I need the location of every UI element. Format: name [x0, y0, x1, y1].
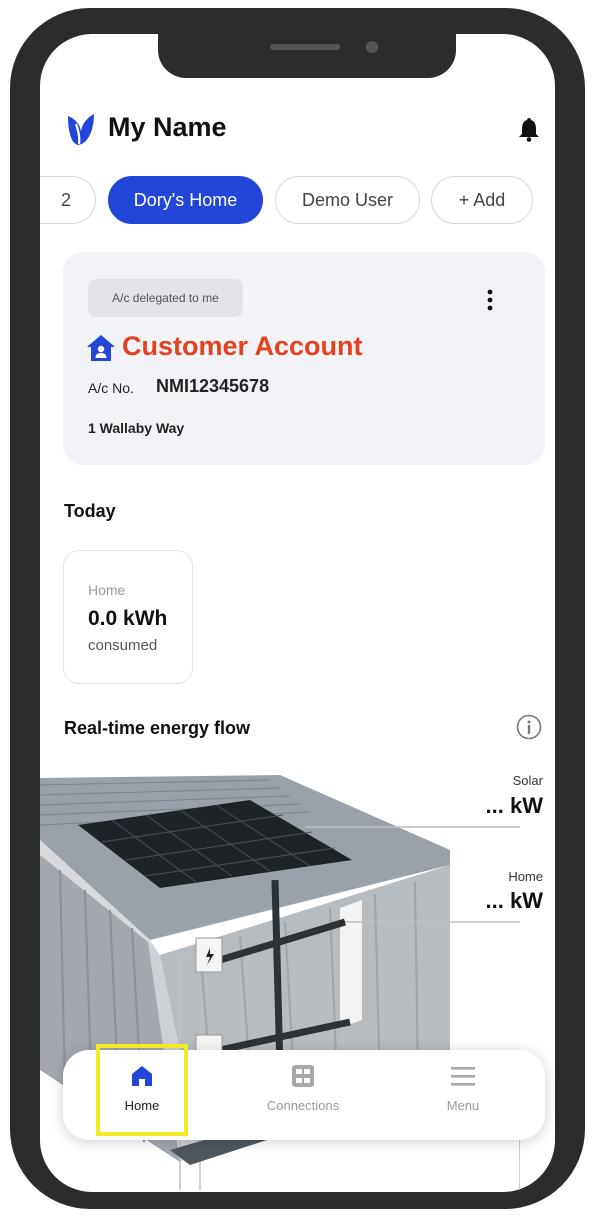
account-number: NMI12345678	[156, 376, 270, 396]
app-title: My Name	[108, 112, 227, 142]
account-number-label: A/c No.	[88, 380, 134, 396]
solar-label: Solar	[512, 773, 543, 788]
more-options-icon[interactable]	[485, 288, 495, 312]
account-chip-dorys-home[interactable]: Dory's Home	[108, 176, 263, 224]
leaf-logo-icon	[68, 114, 94, 145]
account-chip-partial[interactable]: 2	[40, 176, 96, 224]
solar-value: ... kW	[485, 793, 543, 818]
stat-value: 0.0 kWh	[88, 607, 168, 630]
highlight-box	[96, 1044, 188, 1136]
home-flow-value: ... kW	[485, 888, 543, 913]
camera-dot	[366, 41, 378, 53]
menu-icon	[451, 1067, 475, 1086]
speaker-slot	[270, 44, 340, 50]
energy-flow-heading: Real-time energy flow	[64, 718, 251, 738]
account-chip-demo-user[interactable]: Demo User	[275, 176, 420, 224]
bell-icon[interactable]	[517, 116, 541, 142]
stat-subtext: consumed	[88, 637, 158, 654]
phone-notch	[158, 32, 456, 78]
add-account-button[interactable]: + Add	[431, 176, 533, 224]
account-address: 1 Wallaby Way	[88, 420, 185, 436]
stat-label: Home	[88, 582, 126, 598]
today-heading: Today	[64, 501, 116, 521]
connections-icon	[292, 1065, 314, 1087]
house-user-icon	[87, 335, 115, 361]
home-flow-label: Home	[508, 869, 543, 884]
nav-connections[interactable]: Connections	[243, 1050, 363, 1140]
nav-menu-label: Menu	[446, 1098, 480, 1113]
nav-menu[interactable]: Menu	[403, 1050, 523, 1140]
account-title: Customer Account	[122, 331, 363, 361]
info-icon[interactable]	[516, 714, 542, 740]
nav-connections-label: Connections	[266, 1098, 340, 1113]
delegated-badge: A/c delegated to me	[88, 279, 243, 317]
